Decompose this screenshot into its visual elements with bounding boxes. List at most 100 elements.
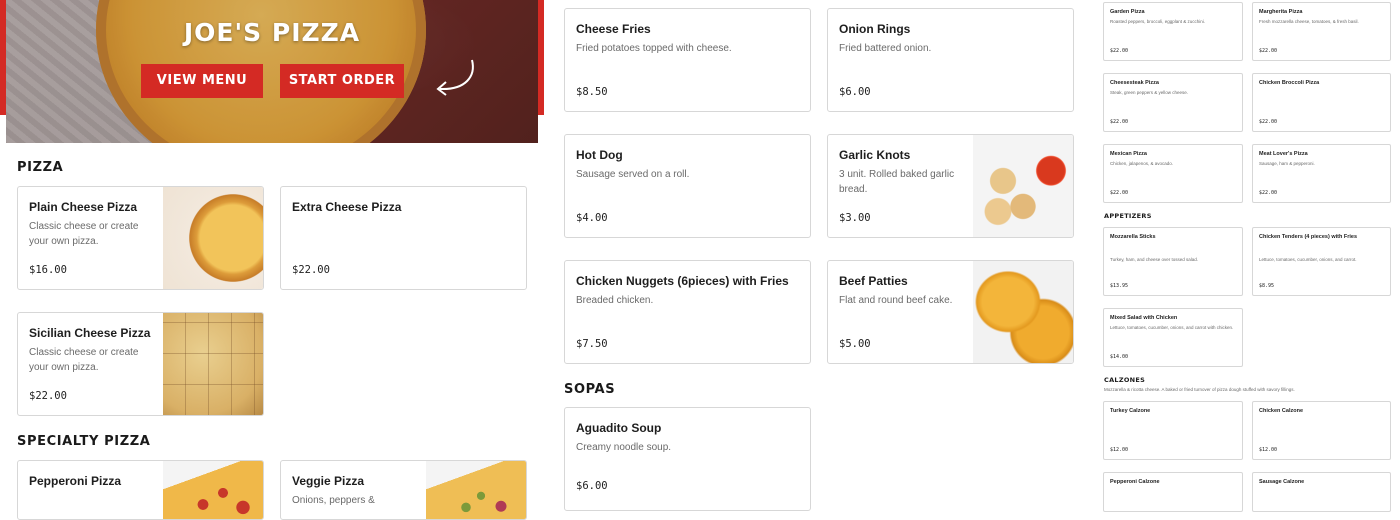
section-title-specialty-pizza: SPECIALTY PIZZA xyxy=(17,434,151,449)
item-price: $8.50 xyxy=(576,86,608,98)
item-photo xyxy=(973,261,1073,363)
section-title-sopas: SOPAS xyxy=(564,382,616,397)
menu-item-card[interactable]: Chicken Calzone $12.00 xyxy=(1252,401,1391,460)
item-price: $14.00 xyxy=(1110,354,1129,360)
item-photo xyxy=(163,461,263,519)
menu-item-card[interactable]: Garden Pizza Roasted peppers, broccoli, … xyxy=(1103,2,1243,61)
item-name: Aguadito Soup xyxy=(576,421,662,435)
item-description: Chicken, jalapenos, & avocado. xyxy=(1110,161,1174,166)
menu-item-card[interactable]: Mixed Salad with Chicken Lettuce, tomato… xyxy=(1103,308,1243,367)
menu-item-card[interactable]: Plain Cheese Pizza Classic cheese or cre… xyxy=(17,186,264,290)
item-price: $22.00 xyxy=(29,390,67,402)
menu-item-card[interactable]: Onion Rings Fried battered onion. $6.00 xyxy=(827,8,1074,112)
item-name: Beef Patties xyxy=(839,274,908,288)
item-name: Chicken Tenders (4 pieces) with Fries xyxy=(1259,234,1358,240)
item-photo xyxy=(426,461,526,519)
item-name: Mixed Salad with Chicken xyxy=(1110,315,1178,321)
item-price: $6.00 xyxy=(839,86,871,98)
menu-item-card[interactable]: Sicilian Cheese Pizza Classic cheese or … xyxy=(17,312,264,416)
item-description: Steak, green peppers & yellow cheese. xyxy=(1110,90,1189,95)
item-name: Onion Rings xyxy=(839,22,911,36)
item-name: Sausage Calzone xyxy=(1259,479,1305,485)
item-price: $22.00 xyxy=(1110,119,1129,125)
item-name: Chicken Calzone xyxy=(1259,408,1304,414)
item-description: Fresh mozzarella cheese, tomatoes, & fre… xyxy=(1259,19,1359,24)
menu-item-card[interactable]: Pepperoni Calzone xyxy=(1103,472,1243,512)
menu-item-card[interactable]: Turkey Calzone $12.00 xyxy=(1103,401,1243,460)
item-description: Lettuce, tomatoes, cucumber, onions, and… xyxy=(1259,257,1357,262)
item-price: $13.95 xyxy=(1110,283,1129,289)
menu-item-card[interactable]: Chicken Broccoli Pizza $22.00 xyxy=(1252,73,1391,132)
item-name: Chicken Broccoli Pizza xyxy=(1259,80,1320,86)
item-name: Hot Dog xyxy=(576,148,623,162)
item-description: 3 unit. Rolled baked garlic bread. xyxy=(839,169,955,195)
menu-item-card[interactable]: Cheese Fries Fried potatoes topped with … xyxy=(564,8,811,112)
item-name: Cheesesteak Pizza xyxy=(1110,80,1159,86)
item-name: Extra Cheese Pizza xyxy=(292,200,402,214)
item-price: $12.00 xyxy=(1110,447,1129,453)
item-name: Cheese Fries xyxy=(576,22,651,36)
item-price: $22.00 xyxy=(1259,119,1278,125)
item-description: Turkey, ham, and cheese over tossed sala… xyxy=(1110,257,1199,262)
item-description: Fried potatoes topped with cheese. xyxy=(576,43,732,54)
menu-item-card[interactable]: Mexican Pizza Chicken, jalapenos, & avoc… xyxy=(1103,144,1243,203)
item-name: Mexican Pizza xyxy=(1110,151,1147,157)
item-price: $22.00 xyxy=(1110,48,1129,54)
menu-item-card[interactable]: Margherita Pizza Fresh mozzarella cheese… xyxy=(1252,2,1391,61)
item-price: $22.00 xyxy=(1259,48,1278,54)
item-price: $5.00 xyxy=(839,338,871,350)
item-price: $16.00 xyxy=(29,264,67,276)
item-photo xyxy=(163,313,263,415)
item-name: Pepperoni Calzone xyxy=(1110,479,1160,485)
menu-item-card[interactable]: Extra Cheese Pizza $22.00 xyxy=(280,186,527,290)
menu-item-card[interactable]: Veggie Pizza Onions, peppers & xyxy=(280,460,527,520)
item-description: Classic cheese or create your own pizza. xyxy=(29,347,139,373)
item-name: Garlic Knots xyxy=(839,148,911,162)
item-price: $8.95 xyxy=(1259,283,1275,289)
item-description: Fried battered onion. xyxy=(839,43,932,54)
item-description: Roasted peppers, broccoli, eggplant & zu… xyxy=(1110,19,1206,24)
menu-item-card[interactable]: Mozzarella Sticks Turkey, ham, and chees… xyxy=(1103,227,1243,296)
item-name: Chicken Nuggets (6pieces) with Fries xyxy=(576,274,789,288)
item-description: Flat and round beef cake. xyxy=(839,295,953,306)
item-description: Classic cheese or create your own pizza. xyxy=(29,221,139,247)
menu-item-card[interactable]: Aguadito Soup Creamy noodle soup. $6.00 xyxy=(564,407,811,511)
menu-item-card[interactable]: Cheesesteak Pizza Steak, green peppers &… xyxy=(1103,73,1243,132)
item-name: Veggie Pizza xyxy=(292,474,365,488)
menu-item-card[interactable]: Garlic Knots 3 unit. Rolled baked garlic… xyxy=(827,134,1074,238)
section-title-pizza: PIZZA xyxy=(17,160,64,175)
item-price: $3.00 xyxy=(839,212,871,224)
item-description: Sausage served on a roll. xyxy=(576,169,690,180)
item-price: $12.00 xyxy=(1259,447,1278,453)
menu-item-card[interactable]: Chicken Tenders (4 pieces) with Fries Le… xyxy=(1252,227,1391,296)
item-photo xyxy=(163,187,263,289)
item-description: Creamy noodle soup. xyxy=(576,442,672,453)
item-name: Garden Pizza xyxy=(1110,9,1145,15)
item-description: Lettuce, tomatoes, cucumber, onions, and… xyxy=(1110,325,1234,330)
item-price: $22.00 xyxy=(1110,190,1129,196)
menu-item-card[interactable]: Beef Patties Flat and round beef cake. $… xyxy=(827,260,1074,364)
view-menu-button[interactable]: VIEW MENU xyxy=(141,64,263,98)
item-name: Sicilian Cheese Pizza xyxy=(29,326,151,340)
item-description: Breaded chicken. xyxy=(576,295,654,306)
item-name: Mozzarella Sticks xyxy=(1110,234,1156,240)
item-price: $4.00 xyxy=(576,212,608,224)
menu-item-card[interactable]: Hot Dog Sausage served on a roll. $4.00 xyxy=(564,134,811,238)
start-order-button[interactable]: START ORDER xyxy=(280,64,404,98)
section-title-calzones: CALZONES xyxy=(1104,376,1146,384)
menu-item-card[interactable]: Sausage Calzone xyxy=(1252,472,1391,512)
item-price: $22.00 xyxy=(1259,190,1278,196)
menu-item-card[interactable]: Meat Lover's Pizza Sausage, ham & pepper… xyxy=(1252,144,1391,203)
menu-item-card[interactable]: Pepperoni Pizza xyxy=(17,460,264,520)
item-description: Sausage, ham & pepperoni. xyxy=(1259,161,1315,166)
item-description: Onions, peppers & xyxy=(292,495,375,506)
item-price: $22.00 xyxy=(292,264,330,276)
menu-item-card[interactable]: Chicken Nuggets (6pieces) with Fries Bre… xyxy=(564,260,811,364)
item-photo xyxy=(973,135,1073,237)
item-price: $6.00 xyxy=(576,480,608,492)
curved-arrow-icon xyxy=(436,59,474,96)
item-name: Pepperoni Pizza xyxy=(29,474,122,488)
section-title-appetizers: APPETIZERS xyxy=(1104,212,1152,220)
item-price: $7.50 xyxy=(576,338,608,350)
section-description-calzones: Mozzarella & ricotta cheese. A baked or … xyxy=(1104,387,1295,392)
